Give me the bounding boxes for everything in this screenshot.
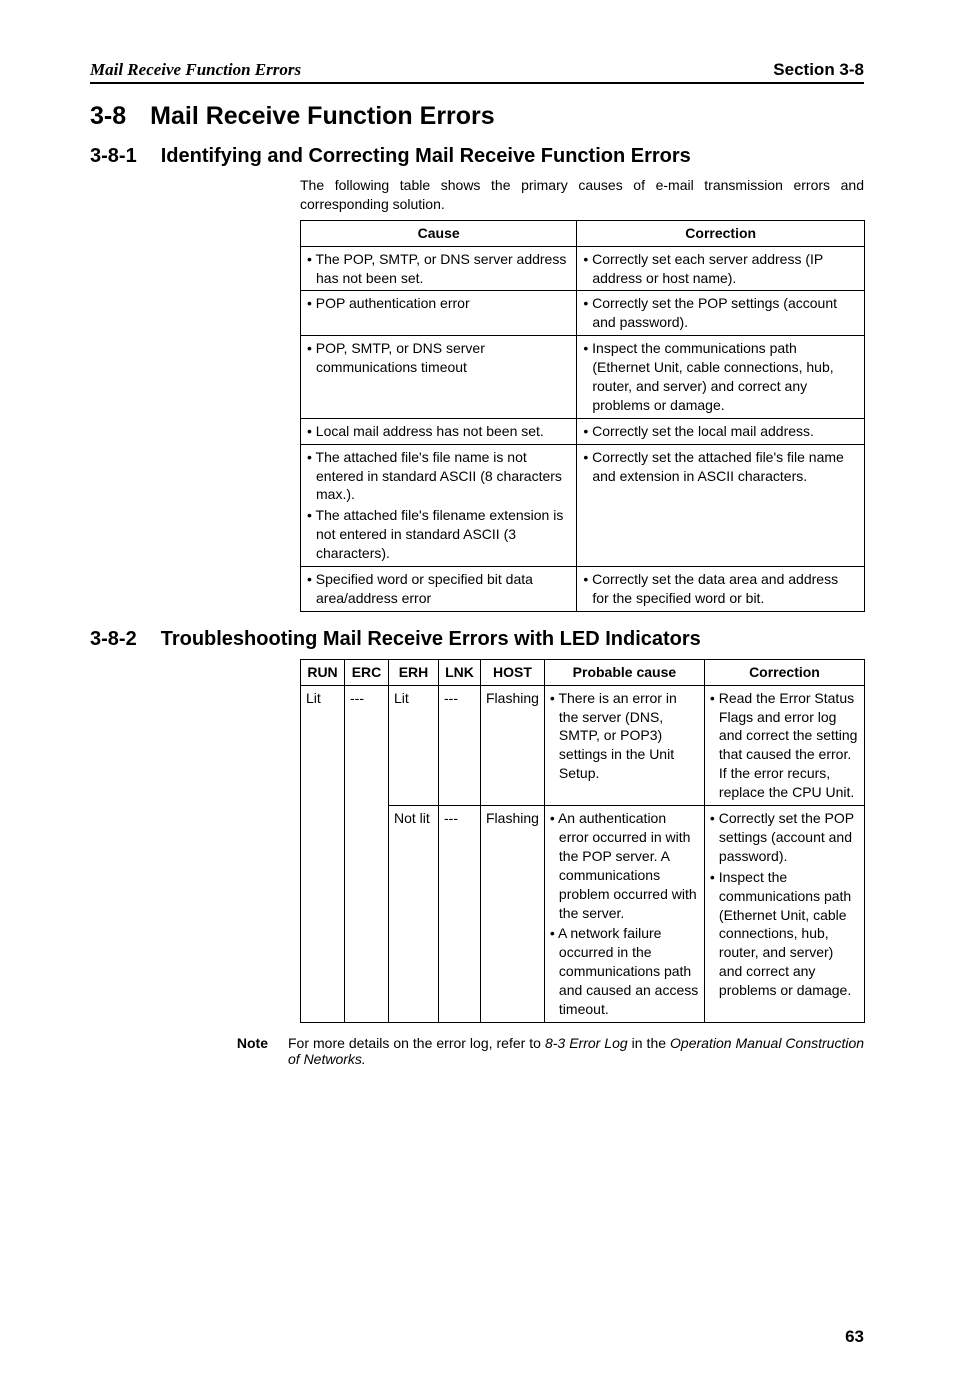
table-row: • Specified word or specified bit data a… xyxy=(301,567,865,612)
cell-host: Flashing xyxy=(481,685,545,805)
cell-text: • Correctly set the local mail address. xyxy=(583,422,858,441)
cell-text: • Correctly set each server address (IP … xyxy=(583,250,858,288)
th-lnk: LNK xyxy=(439,659,481,685)
table-header-cause: Cause xyxy=(301,220,577,246)
table-row: • POP authentication error • Correctly s… xyxy=(301,291,865,336)
table-row: • POP, SMTP, or DNS server communication… xyxy=(301,336,865,419)
cell-cause: • A network failure occurred in the comm… xyxy=(550,924,699,1018)
cell-correction: • Inspect the communications path (Ether… xyxy=(710,868,859,1000)
cell-erh: Not lit xyxy=(389,806,439,1023)
cell-lnk: --- xyxy=(439,685,481,805)
subsection-title: Troubleshooting Mail Receive Errors with… xyxy=(161,628,701,651)
cell-text: • Specified word or specified bit data a… xyxy=(307,570,570,608)
note-label: Note xyxy=(220,1035,268,1067)
section-heading: 3-8 Mail Receive Function Errors xyxy=(90,102,864,131)
cell-cause: • There is an error in the server (DNS, … xyxy=(550,689,699,783)
note-body: For more details on the error log, refer… xyxy=(288,1035,864,1067)
th-run: RUN xyxy=(301,659,345,685)
th-host: HOST xyxy=(481,659,545,685)
cell-text: • POP authentication error xyxy=(307,294,570,313)
cell-text: • The POP, SMTP, or DNS server address h… xyxy=(307,250,570,288)
cell-text: • Correctly set the attached file's file… xyxy=(583,448,858,486)
subsection-number: 3-8-1 xyxy=(90,145,137,168)
table-row: • Local mail address has not been set. •… xyxy=(301,418,865,444)
subsection-heading: 3-8-1 Identifying and Correcting Mail Re… xyxy=(90,145,864,168)
note-ref: 8-3 Error Log xyxy=(545,1035,628,1051)
cell-text: • The attached file's file name is not e… xyxy=(307,448,570,505)
led-troubleshooting-table: RUN ERC ERH LNK HOST Probable cause Corr… xyxy=(300,659,865,1023)
page-header: Mail Receive Function Errors Section 3-8 xyxy=(90,60,864,84)
th-erh: ERH xyxy=(389,659,439,685)
page-number: 63 xyxy=(90,1327,864,1347)
subsection-number: 3-8-2 xyxy=(90,628,137,651)
cell-correction: • Read the Error Status Flags and error … xyxy=(710,689,859,802)
cell-text: • The attached file's filename extension… xyxy=(307,506,570,563)
header-right: Section 3-8 xyxy=(773,60,864,80)
cell-erc: --- xyxy=(345,685,389,1022)
cell-text: • Correctly set the data area and addres… xyxy=(583,570,858,608)
cell-text: • POP, SMTP, or DNS server communication… xyxy=(307,339,570,377)
subsection-title: Identifying and Correcting Mail Receive … xyxy=(161,145,691,168)
cell-text: • Correctly set the POP settings (accoun… xyxy=(583,294,858,332)
note-text: in the xyxy=(628,1035,670,1051)
cell-host: Flashing xyxy=(481,806,545,1023)
subsection-heading: 3-8-2 Troubleshooting Mail Receive Error… xyxy=(90,628,864,651)
table-row: • The POP, SMTP, or DNS server address h… xyxy=(301,246,865,291)
intro-paragraph: The following table shows the primary ca… xyxy=(300,176,864,214)
header-left: Mail Receive Function Errors xyxy=(90,60,301,80)
cell-run: Lit xyxy=(301,685,345,1022)
th-erc: ERC xyxy=(345,659,389,685)
th-cause: Probable cause xyxy=(544,659,704,685)
cell-lnk: --- xyxy=(439,806,481,1023)
section-number: 3-8 xyxy=(90,102,126,131)
table-header-correction: Correction xyxy=(577,220,865,246)
cause-correction-table: Cause Correction • The POP, SMTP, or DNS… xyxy=(300,220,865,612)
table-row: Lit --- Lit --- Flashing • There is an e… xyxy=(301,685,865,805)
cell-text: • Inspect the communications path (Ether… xyxy=(583,339,858,415)
table-row: • The attached file's file name is not e… xyxy=(301,444,865,566)
cell-text: • Local mail address has not been set. xyxy=(307,422,570,441)
cell-erh: Lit xyxy=(389,685,439,805)
section-title: Mail Receive Function Errors xyxy=(150,102,495,131)
note-block: Note For more details on the error log, … xyxy=(220,1035,864,1067)
note-text: For more details on the error log, refer… xyxy=(288,1035,545,1051)
cell-cause: • An authentication error occurred in wi… xyxy=(550,809,699,922)
cell-correction: • Correctly set the POP settings (accoun… xyxy=(710,809,859,866)
th-correction: Correction xyxy=(704,659,864,685)
